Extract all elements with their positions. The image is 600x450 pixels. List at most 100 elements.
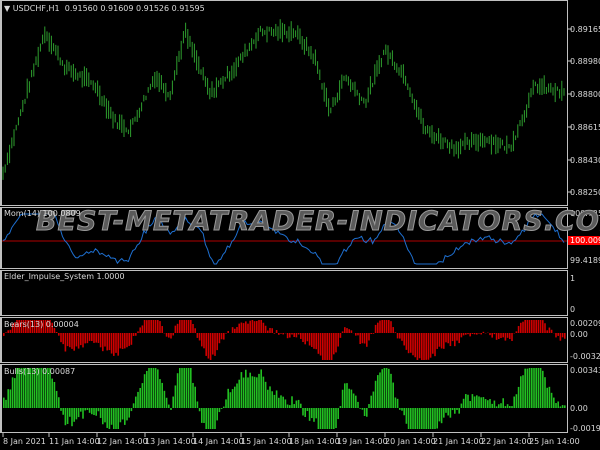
bulls-bar — [363, 408, 366, 417]
bears-bar — [559, 333, 562, 341]
bulls-bar — [319, 408, 322, 429]
price-tick: 0.89165 — [570, 25, 600, 34]
bears-bar — [289, 333, 291, 338]
bears-bar — [546, 330, 548, 333]
bulls-bar — [88, 408, 91, 413]
bulls-bar — [11, 377, 14, 408]
bears-bar — [234, 328, 236, 333]
bulls-bar — [315, 408, 317, 419]
bulls-bar — [304, 408, 306, 418]
bulls-tick: 0.00 — [570, 404, 588, 413]
bulls-bar — [533, 368, 535, 408]
bulls-bar — [553, 397, 555, 408]
bears-bar — [119, 333, 122, 349]
bears-bar — [443, 333, 445, 349]
bulls-bar — [205, 408, 207, 429]
bulls-bar — [524, 368, 526, 408]
bears-bar — [179, 320, 181, 333]
bulls-bar — [234, 386, 236, 408]
bulls-bar — [438, 408, 441, 422]
bulls-bar — [458, 408, 460, 414]
bulls-bar — [509, 405, 511, 408]
bulls-bar — [71, 408, 73, 427]
bulls-bar — [392, 382, 394, 408]
bears-bar — [117, 333, 119, 356]
bears-bar — [548, 327, 551, 333]
bulls-bar — [150, 368, 152, 408]
bears-bar — [498, 333, 500, 339]
bears-bar — [124, 333, 126, 349]
bulls-bar — [251, 376, 254, 408]
bears-bar — [170, 333, 172, 339]
bears-bar — [308, 333, 311, 346]
bulls-bar — [339, 405, 342, 408]
bears-bar — [130, 333, 133, 345]
bears-bar — [108, 333, 111, 351]
bears-bar — [311, 333, 313, 347]
bulls-bar — [454, 408, 456, 414]
bears-bar — [564, 333, 566, 339]
bears-bar — [106, 333, 108, 351]
bulls-bar — [108, 408, 111, 429]
bears-bar — [154, 320, 157, 333]
bulls-bar — [460, 403, 463, 408]
bears-bar — [304, 333, 306, 345]
bulls-bar — [390, 373, 392, 408]
bulls-bar — [113, 408, 115, 429]
bulls-bar — [293, 404, 295, 408]
bulls-bar — [231, 389, 234, 408]
bulls-bar — [531, 368, 533, 408]
bears-bar — [187, 320, 190, 333]
bulls-bar — [542, 370, 544, 408]
bulls-bar — [5, 399, 7, 408]
bears-bar — [535, 320, 537, 333]
bulls-bar — [106, 408, 108, 428]
bears-bar — [115, 333, 117, 353]
bears-bar — [495, 333, 498, 340]
bears-bar — [407, 333, 410, 354]
bears-bar — [291, 333, 293, 335]
bears-bar — [77, 333, 80, 349]
bulls-bar — [258, 373, 260, 408]
bulls-bar — [269, 386, 271, 408]
bulls-bar — [278, 397, 280, 408]
bears-bar — [363, 333, 366, 344]
bears-bar — [203, 333, 205, 349]
bears-bar — [429, 333, 432, 358]
bulls-bar — [429, 408, 432, 429]
bears-bar — [368, 333, 370, 341]
bears-bar — [297, 333, 300, 335]
bulls-bar — [335, 408, 337, 429]
bulls-bar — [427, 408, 430, 429]
bears-bar — [379, 320, 381, 333]
bulls-bar — [196, 401, 199, 408]
bears-tick: 0.00209 — [570, 319, 600, 328]
bulls-bar — [115, 408, 117, 429]
bears-bar — [135, 333, 137, 336]
bears-tick: -0.00324 — [570, 352, 600, 361]
bulls-bar — [97, 408, 100, 412]
dropdown-triangle-icon[interactable]: ▼ — [4, 4, 13, 13]
bears-bar — [399, 333, 401, 339]
bears-bar — [361, 333, 364, 344]
bulls-bar — [308, 408, 311, 421]
bears-bar — [414, 333, 416, 358]
bulls-bar — [137, 391, 139, 408]
bulls-bar — [132, 403, 135, 408]
bulls-bar — [517, 386, 520, 408]
bears-bar — [73, 333, 75, 351]
bears-bar — [440, 333, 443, 349]
bulls-bar — [256, 377, 258, 408]
bears-bar — [454, 333, 456, 347]
bulls-bar — [478, 396, 480, 408]
bulls-bar — [495, 406, 498, 408]
bulls-bar — [537, 368, 540, 408]
bulls-bar — [220, 408, 223, 409]
bulls-bar — [172, 396, 174, 408]
bulls-bar — [55, 390, 58, 408]
bears-bar — [157, 320, 159, 333]
bulls-bar — [135, 396, 137, 408]
bulls-bar — [434, 408, 436, 429]
bears-bar — [374, 324, 377, 333]
bears-bar — [60, 333, 62, 343]
